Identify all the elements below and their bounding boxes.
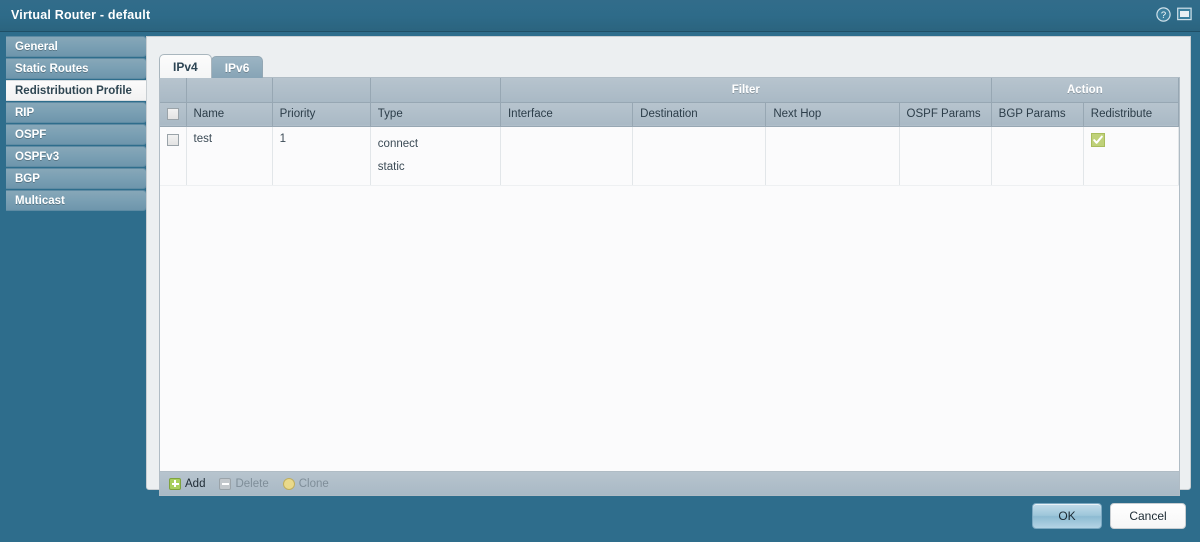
group-header-blank-check xyxy=(160,78,187,103)
sidebar-item-label: BGP xyxy=(15,172,40,185)
select-all-checkbox[interactable] xyxy=(167,107,179,120)
dialog-title-bar: Virtual Router - default ? xyxy=(0,0,1200,32)
column-header-type[interactable]: Type xyxy=(370,102,501,127)
svg-text:?: ? xyxy=(1160,10,1165,21)
group-header-blank-priority xyxy=(272,78,371,103)
sidebar-item-bgp[interactable]: BGP xyxy=(6,168,147,189)
grid-column-header-row: Name Priority Type Interface Destination… xyxy=(160,102,1179,127)
delete-button-label: Delete xyxy=(235,477,269,490)
title-bar-icon-group: ? xyxy=(1155,6,1192,22)
column-header-redistribute[interactable]: Redistribute xyxy=(1083,102,1179,127)
table-row[interactable]: test 1 connect static xyxy=(160,126,1179,186)
group-header-blank-type xyxy=(370,78,501,103)
plus-icon xyxy=(169,477,181,490)
tab-ipv4[interactable]: IPv4 xyxy=(159,54,212,78)
cell-type: connect static xyxy=(370,126,501,186)
tab-ipv6[interactable]: IPv6 xyxy=(210,56,264,78)
cell-type-line-2: static xyxy=(377,160,405,173)
ok-button[interactable]: OK xyxy=(1032,503,1102,529)
sidebar-item-rip[interactable]: RIP xyxy=(6,102,147,123)
cell-priority: 1 xyxy=(272,126,371,186)
sidebar: General Static Routes Redistribution Pro… xyxy=(0,36,153,212)
sidebar-item-label: RIP xyxy=(15,106,35,119)
column-header-ospf-params[interactable]: OSPF Params xyxy=(899,102,992,127)
sidebar-item-multicast[interactable]: Multicast xyxy=(6,190,147,211)
sidebar-item-general[interactable]: General xyxy=(6,36,147,57)
sidebar-item-label: OSPFv3 xyxy=(15,150,60,163)
sidebar-item-label: Multicast xyxy=(15,194,65,207)
cell-redistribute xyxy=(1083,126,1179,186)
column-header-priority[interactable]: Priority xyxy=(272,102,371,127)
clone-button: Clone xyxy=(282,477,329,490)
dialog-title: Virtual Router - default xyxy=(11,8,151,22)
group-header-filter: Filter xyxy=(500,78,992,103)
delete-button: Delete xyxy=(219,477,269,490)
sidebar-item-label: Static Routes xyxy=(15,62,89,75)
column-header-interface[interactable]: Interface xyxy=(500,102,634,127)
column-header-next-hop[interactable]: Next Hop xyxy=(765,102,900,127)
cancel-button[interactable]: Cancel xyxy=(1110,503,1186,529)
ok-button-label: OK xyxy=(1058,509,1076,523)
sidebar-item-static-routes[interactable]: Static Routes xyxy=(6,58,147,79)
tab-label: IPv4 xyxy=(173,59,198,74)
cell-destination xyxy=(632,126,767,186)
sidebar-item-ospf[interactable]: OSPF xyxy=(6,124,147,145)
row-select-checkbox[interactable] xyxy=(167,133,179,146)
cell-next-hop xyxy=(765,126,900,186)
add-button-label: Add xyxy=(185,477,206,490)
clone-icon xyxy=(282,477,295,490)
help-circle-icon[interactable]: ? xyxy=(1155,6,1171,22)
minus-icon xyxy=(219,477,232,490)
grid-group-header-row: Filter Action xyxy=(160,78,1179,103)
redistribution-profile-table: Filter Action Name Priority Type Interfa… xyxy=(159,77,1180,472)
select-all-checkbox-cell[interactable] xyxy=(160,102,187,127)
grid-toolbar: Add Delete Clone xyxy=(159,472,1180,496)
tab-label: IPv6 xyxy=(224,60,250,75)
sidebar-item-redistribution-profile[interactable]: Redistribution Profile xyxy=(6,80,153,101)
grid-header: Filter Action Name Priority Type Interfa… xyxy=(160,78,1179,127)
clone-button-label: Clone xyxy=(298,477,329,490)
row-select-checkbox-cell[interactable] xyxy=(160,126,187,186)
content-panel: IPv4 IPv6 Filter Action Name Priority Ty… xyxy=(146,36,1191,496)
cell-ospf-params xyxy=(899,126,992,186)
dialog-footer: OK Cancel xyxy=(0,496,1200,542)
column-header-destination[interactable]: Destination xyxy=(632,102,767,127)
redistribute-checked-icon xyxy=(1090,132,1105,147)
group-header-action: Action xyxy=(991,78,1179,103)
cell-bgp-params xyxy=(991,126,1084,186)
column-header-bgp-params[interactable]: BGP Params xyxy=(991,102,1084,127)
cell-type-line-1: connect xyxy=(377,137,419,150)
sidebar-item-ospfv3[interactable]: OSPFv3 xyxy=(6,146,147,167)
cancel-button-label: Cancel xyxy=(1129,509,1167,523)
cell-interface xyxy=(500,126,634,186)
window-restore-icon[interactable] xyxy=(1176,6,1192,22)
group-header-blank-name xyxy=(186,78,273,103)
add-button[interactable]: Add xyxy=(169,477,206,490)
sidebar-item-label: OSPF xyxy=(15,128,47,141)
tab-strip: IPv4 IPv6 xyxy=(159,54,264,78)
sidebar-item-label: General xyxy=(15,40,58,53)
grid-body: test 1 connect static xyxy=(160,126,1179,186)
sidebar-item-label: Redistribution Profile xyxy=(15,84,132,97)
column-header-name[interactable]: Name xyxy=(186,102,273,127)
grid: Filter Action Name Priority Type Interfa… xyxy=(160,78,1179,186)
cell-name: test xyxy=(186,126,273,186)
